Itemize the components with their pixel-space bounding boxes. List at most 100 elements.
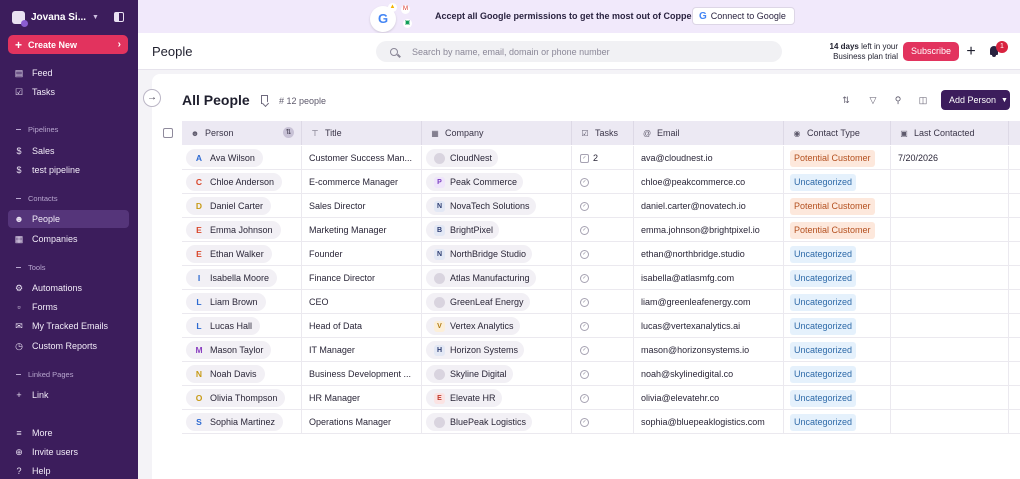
cell-company[interactable]: P Peak Commerce — [422, 170, 572, 194]
company-chip[interactable]: GreenLeaf Energy — [426, 293, 530, 311]
add-task-icon[interactable]: ✓ — [580, 273, 589, 283]
company-chip[interactable]: N NovaTech Solutions — [426, 197, 536, 215]
cell-email[interactable]: ethan@northbridge.studio — [634, 242, 784, 266]
cell-company[interactable]: N NorthBridge Studio — [422, 242, 572, 266]
cell-person[interactable]: O Olivia Thompson — [182, 386, 302, 410]
search-bar[interactable] — [376, 41, 782, 62]
company-chip[interactable]: BluePeak Logistics — [426, 413, 533, 431]
cell-contact-type[interactable]: Uncategorized — [784, 338, 891, 362]
cell-title[interactable]: Founder — [302, 242, 422, 266]
bookmark-icon[interactable] — [261, 95, 268, 104]
sidebar-item-link[interactable]: + Link — [8, 386, 129, 404]
cell-contact-type[interactable]: Potential Customer — [784, 194, 891, 218]
cell-last-contacted[interactable] — [891, 266, 1009, 290]
table-row[interactable]: A Ava Wilson Customer Success Man... Clo… — [182, 146, 1020, 170]
table-row[interactable]: I Isabella Moore Finance Director Atlas … — [182, 266, 1020, 290]
cell-last-contacted[interactable] — [891, 338, 1009, 362]
company-chip[interactable]: Skyline Digital — [426, 365, 513, 383]
cell-email[interactable]: ava@cloudnest.io — [634, 146, 784, 170]
cell-company[interactable]: GreenLeaf Energy — [422, 290, 572, 314]
cell-email[interactable]: liam@greenleafenergy.com — [634, 290, 784, 314]
cell-title[interactable]: Sales Director — [302, 194, 422, 218]
person-chip[interactable]: I Isabella Moore — [186, 269, 278, 287]
cell-company[interactable]: N NovaTech Solutions — [422, 194, 572, 218]
cell-last-contacted[interactable] — [891, 290, 1009, 314]
company-chip[interactable]: CloudNest — [426, 149, 499, 167]
table-row[interactable]: L Lucas Hall Head of Data V Vertex Analy… — [182, 314, 1020, 338]
cell-contact-type[interactable]: Uncategorized — [784, 266, 891, 290]
cell-tasks[interactable]: ✓ — [572, 410, 634, 434]
column-header-title[interactable]: ⊤ Title — [302, 121, 422, 145]
person-chip[interactable]: L Lucas Hall — [186, 317, 261, 335]
cell-last-contacted[interactable] — [891, 218, 1009, 242]
cell-last-contacted[interactable]: 7/20/2026 — [891, 146, 1009, 170]
cell-title[interactable]: CEO — [302, 290, 422, 314]
add-task-icon[interactable]: ✓ — [580, 297, 589, 307]
cell-email[interactable]: emma.johnson@brightpixel.io — [634, 218, 784, 242]
cell-company[interactable]: Skyline Digital — [422, 362, 572, 386]
person-chip[interactable]: L Liam Brown — [186, 293, 266, 311]
column-header-email[interactable]: @ Email — [634, 121, 784, 145]
quick-add-button[interactable]: + — [964, 42, 978, 61]
cell-title[interactable]: Operations Manager — [302, 410, 422, 434]
sidebar-item-tasks[interactable]: ☑ Tasks — [8, 83, 129, 101]
cell-email[interactable]: lucas@vertexanalytics.ai — [634, 314, 784, 338]
cell-company[interactable]: CloudNest — [422, 146, 572, 170]
cell-person[interactable]: L Liam Brown — [182, 290, 302, 314]
cell-tasks[interactable]: ✓ — [572, 218, 634, 242]
company-chip[interactable]: P Peak Commerce — [426, 173, 524, 191]
workspace-switcher[interactable]: Jovana Si... ▼ — [12, 9, 130, 27]
cell-tasks[interactable]: ✓ — [572, 242, 634, 266]
add-task-icon[interactable]: ✓ — [580, 369, 589, 379]
cell-company[interactable]: E Elevate HR — [422, 386, 572, 410]
cell-tasks[interactable]: ✓ — [572, 338, 634, 362]
cell-tasks[interactable]: ✓ — [572, 170, 634, 194]
table-row[interactable]: E Emma Johnson Marketing Manager B Brigh… — [182, 218, 1020, 242]
sidebar-item-help[interactable]: ? Help — [8, 462, 129, 479]
table-row[interactable]: O Olivia Thompson HR Manager E Elevate H… — [182, 386, 1020, 410]
cell-person[interactable]: E Ethan Walker — [182, 242, 302, 266]
add-task-icon[interactable]: ✓ — [580, 393, 589, 403]
cell-person[interactable]: A Ava Wilson — [182, 146, 302, 170]
cell-tasks[interactable]: ✓ — [572, 314, 634, 338]
column-header-contact-type[interactable]: ◉ Contact Type — [784, 121, 891, 145]
cell-tasks[interactable]: ✓ — [572, 290, 634, 314]
sort-toggle-icon[interactable]: ⇅ — [283, 127, 294, 138]
create-new-button[interactable]: + Create New › — [8, 35, 128, 54]
cell-title[interactable]: Finance Director — [302, 266, 422, 290]
person-chip[interactable]: S Sophia Martinez — [186, 413, 284, 431]
cell-person[interactable]: L Lucas Hall — [182, 314, 302, 338]
add-task-icon[interactable]: ✓ — [580, 417, 589, 427]
table-row[interactable]: D Daniel Carter Sales Director N NovaTec… — [182, 194, 1020, 218]
add-task-icon[interactable]: ✓ — [580, 201, 589, 211]
add-task-icon[interactable]: ✓ — [580, 321, 589, 331]
cell-email[interactable]: olivia@elevatehr.co — [634, 386, 784, 410]
columns-icon[interactable]: ◫ — [918, 95, 928, 105]
person-chip[interactable]: O Olivia Thompson — [186, 389, 286, 407]
cell-tasks[interactable]: ✓ — [572, 386, 634, 410]
cell-company[interactable]: Atlas Manufacturing — [422, 266, 572, 290]
sidebar-item-custom-reports[interactable]: ◷ Custom Reports — [8, 337, 129, 355]
cell-company[interactable]: B BrightPixel — [422, 218, 572, 242]
cell-contact-type[interactable]: Uncategorized — [784, 170, 891, 194]
subscribe-button[interactable]: Subscribe — [903, 42, 959, 61]
cell-contact-type[interactable]: Uncategorized — [784, 314, 891, 338]
cell-title[interactable]: Marketing Manager — [302, 218, 422, 242]
add-person-button[interactable]: Add Person ▼ — [941, 90, 1010, 110]
cell-person[interactable]: N Noah Davis — [182, 362, 302, 386]
cell-last-contacted[interactable] — [891, 362, 1009, 386]
sidebar-item-more[interactable]: ≡ More — [8, 424, 129, 442]
column-header-tasks[interactable]: ☑ Tasks — [572, 121, 634, 145]
cell-person[interactable]: D Daniel Carter — [182, 194, 302, 218]
sidebar-item-test-pipeline[interactable]: $ test pipeline — [8, 161, 129, 179]
filter-icon[interactable]: ▽ — [868, 95, 878, 105]
person-chip[interactable]: D Daniel Carter — [186, 197, 272, 215]
cell-company[interactable]: H Horizon Systems — [422, 338, 572, 362]
search-icon[interactable]: ⚲ — [893, 95, 903, 105]
cell-contact-type[interactable]: Potential Customer — [784, 218, 891, 242]
cell-last-contacted[interactable] — [891, 242, 1009, 266]
cell-tasks[interactable]: ✓ 2 — [572, 146, 634, 170]
cell-person[interactable]: S Sophia Martinez — [182, 410, 302, 434]
cell-title[interactable]: IT Manager — [302, 338, 422, 362]
cell-last-contacted[interactable] — [891, 194, 1009, 218]
